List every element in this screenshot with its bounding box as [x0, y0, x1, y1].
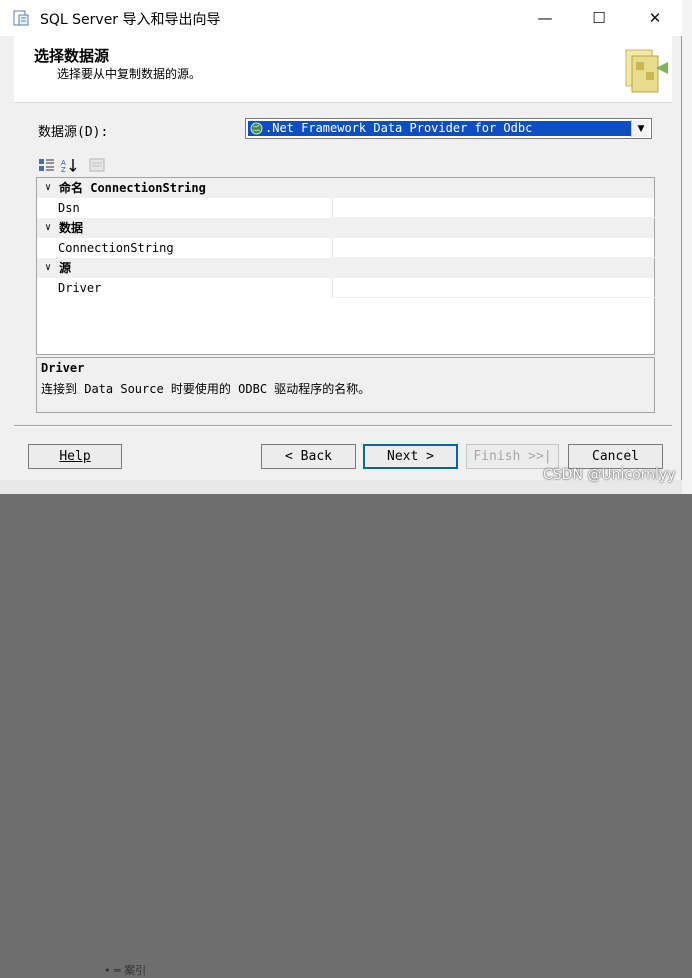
description-panel: Driver 连接到 Data Source 时要使用的 ODBC 驱动程序的名…	[36, 357, 655, 413]
property-row[interactable]: Dsn	[37, 198, 655, 218]
category-row[interactable]: ∨ 源	[37, 258, 654, 278]
background-window-edge	[682, 0, 692, 494]
category-label: 源	[59, 261, 72, 275]
category-row[interactable]: ∨ 数据	[37, 218, 654, 238]
help-button[interactable]: Help	[28, 444, 122, 469]
next-button[interactable]: Next >	[363, 444, 458, 469]
separator	[14, 425, 672, 427]
app-icon	[13, 10, 29, 26]
title-bar: SQL Server 导入和导出向导 — ☐ ✕	[0, 0, 682, 36]
maximize-icon: ☐	[592, 9, 606, 27]
property-name: Driver	[58, 281, 102, 295]
property-pages-icon	[88, 156, 106, 174]
help-label: Help	[59, 449, 91, 464]
svg-text:Z: Z	[61, 166, 66, 173]
back-label: < Back	[285, 449, 332, 464]
datasource-selected: .Net Framework Data Provider for Odbc	[248, 121, 631, 136]
page-title: 选择数据源	[34, 47, 110, 65]
wizard-banner-icon	[625, 49, 668, 93]
page-subtitle: 选择要从中复制数据的源。	[57, 67, 202, 81]
close-button[interactable]: ✕	[632, 0, 678, 36]
description-title: Driver	[41, 361, 85, 375]
property-name: Dsn	[58, 201, 80, 215]
finish-label: Finish >>|	[473, 449, 552, 464]
window-title: SQL Server 导入和导出向导	[40, 12, 221, 28]
datasource-label: 数据源(D):	[38, 125, 109, 140]
cancel-label: Cancel	[592, 449, 639, 464]
maximize-button[interactable]: ☐	[576, 0, 622, 36]
categorized-icon[interactable]	[38, 156, 56, 174]
property-name: ConnectionString	[58, 241, 174, 255]
background-text: • ═ 案引	[104, 964, 147, 977]
minimize-button[interactable]: —	[522, 0, 568, 36]
chevron-down-icon[interactable]: ▼	[631, 120, 650, 137]
close-icon: ✕	[648, 9, 662, 27]
page-header: 选择数据源 选择要从中复制数据的源。	[14, 36, 672, 103]
chevron-down-icon[interactable]: ∨	[41, 258, 55, 278]
back-button[interactable]: < Back	[261, 444, 356, 469]
chevron-down-icon[interactable]: ∨	[41, 218, 55, 238]
property-row[interactable]: ConnectionString	[37, 238, 655, 258]
finish-button: Finish >>|	[466, 444, 559, 469]
watermark: CSDN @Unicornlyy	[543, 467, 676, 483]
datasource-select[interactable]: .Net Framework Data Provider for Odbc ▼	[245, 118, 652, 139]
category-row[interactable]: ∨ 命名 ConnectionString	[37, 178, 654, 198]
datasource-value: .Net Framework Data Provider for Odbc	[265, 121, 533, 135]
minimize-icon: —	[537, 9, 553, 27]
alphabetical-icon[interactable]: A Z	[60, 156, 78, 174]
description-text: 连接到 Data Source 时要使用的 ODBC 驱动程序的名称。	[41, 382, 371, 396]
property-grid: ∨ 命名 ConnectionString Dsn ∨ 数据 Connectio…	[36, 177, 655, 355]
cancel-button[interactable]: Cancel	[568, 444, 663, 469]
category-label: 数据	[59, 221, 84, 235]
wizard-window: SQL Server 导入和导出向导 — ☐ ✕ 选择数据源 选择要从中复制数据…	[0, 0, 682, 977]
next-label: Next >	[387, 449, 434, 464]
chevron-down-icon[interactable]: ∨	[41, 178, 55, 198]
property-value[interactable]	[332, 198, 655, 218]
globe-icon	[250, 122, 263, 135]
property-row[interactable]: Driver	[37, 278, 655, 298]
property-value[interactable]	[332, 238, 655, 258]
category-label: 命名 ConnectionString	[59, 181, 206, 195]
property-value[interactable]	[332, 278, 655, 298]
